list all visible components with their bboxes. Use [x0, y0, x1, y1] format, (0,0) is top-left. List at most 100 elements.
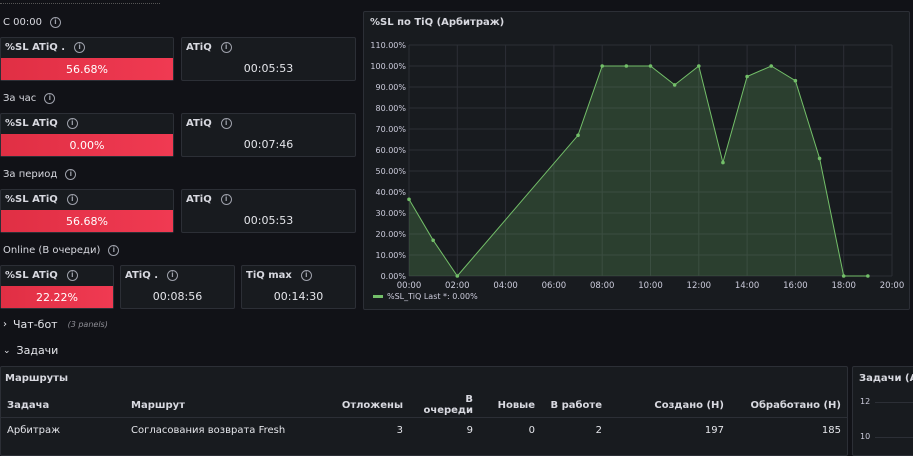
info-icon[interactable]: i [220, 42, 232, 53]
cell-route: Согласования возврата Fresh [131, 424, 286, 436]
info-icon[interactable]: i [44, 93, 56, 104]
section-title-per-period: За период i [3, 169, 77, 180]
row-toggle-chatbot[interactable]: › Чат-бот (3 panels) [3, 318, 108, 331]
y-tick-label: 70.00% [375, 125, 406, 134]
gridline [875, 402, 913, 403]
gridline [875, 437, 913, 438]
y-tick-label: 50.00% [375, 167, 406, 176]
data-point [600, 64, 604, 68]
table-row[interactable]: Арбитраж Согласования возврата Fresh 3 9… [1, 418, 847, 443]
sl-chart-panel: %SL по TiQ (Арбитраж) 0.00% 10.00% 20.00% 3… [363, 11, 910, 310]
panel-title: TiQ max i [246, 270, 312, 281]
x-tick-label: 20:00 [880, 281, 905, 291]
data-point [721, 160, 725, 165]
atiq-value: 00:08:56 [152, 290, 203, 303]
column-header[interactable]: Создано (Н) [608, 393, 730, 418]
sl-value-bar: 56.68% [1, 210, 173, 232]
data-point [769, 64, 774, 68]
top-header-fragment [0, 0, 160, 4]
x-tick-label: 16:00 [783, 281, 808, 291]
section-label: Online (В очереди) [3, 245, 101, 256]
info-icon[interactable]: i [66, 270, 78, 281]
info-icon[interactable]: i [65, 169, 77, 180]
axis-tick: 10 [860, 432, 871, 441]
x-tick-label: 12:00 [687, 281, 712, 291]
x-tick-label: 10:00 [638, 281, 663, 291]
column-header[interactable]: Задача [1, 393, 125, 418]
panel-title: ATiQ i [186, 118, 232, 129]
sl-value-bar: 22.22% [1, 286, 113, 308]
data-point [431, 238, 435, 243]
info-icon[interactable]: i [220, 118, 232, 129]
info-icon[interactable]: i [66, 194, 78, 205]
info-icon[interactable]: i [66, 118, 78, 129]
row-toggle-tasks[interactable]: ⌄ Задачи [3, 344, 58, 357]
info-icon[interactable]: i [300, 270, 312, 281]
atiq-value: 00:07:46 [243, 138, 294, 151]
info-icon[interactable]: i [108, 245, 120, 256]
data-point [697, 64, 701, 68]
panel-title: ATiQ i [186, 194, 232, 205]
info-icon[interactable]: i [49, 17, 61, 28]
y-tick-label: 10.00% [375, 251, 406, 260]
x-tick-label: 18:00 [831, 281, 856, 291]
data-point [672, 83, 677, 87]
column-header[interactable]: Обработано (Н) [730, 393, 847, 418]
y-tick-label: 90.00% [375, 83, 406, 92]
routes-table: Задача Маршрут Отложены В очереди Новые … [1, 393, 847, 442]
y-tick-label: 110.00% [370, 41, 406, 50]
section-label: С 00:00 [3, 17, 42, 28]
data-point [576, 133, 580, 138]
sl-value-bar: 0.00% [1, 134, 173, 156]
column-header[interactable]: Новые [479, 393, 541, 418]
panel-title: ATiQ .i [125, 270, 178, 281]
sl-value-bar: 56.68% [1, 58, 173, 80]
column-header[interactable]: Маршрут [125, 393, 327, 418]
x-tick-label: 08:00 [590, 281, 615, 291]
atiq-value: 00:05:53 [243, 214, 294, 227]
column-header[interactable]: В работе [541, 393, 608, 418]
row-title: Задачи [16, 344, 59, 357]
sl-chart[interactable]: 0.00% 10.00% 20.00% 30.00% 40.00% 50.00% 60.00… [364, 12, 909, 309]
y-tick-label: 30.00% [375, 209, 406, 218]
stat-panel-sl-4: %SL ATiQ i 22.22% [0, 265, 114, 309]
y-tick-label: 20.00% [375, 230, 406, 239]
section-title-per-hour: За час i [3, 93, 56, 104]
stat-panel-tiq-max: TiQ max i 00:14:30 [241, 265, 356, 309]
chevron-down-icon: ⌄ [3, 345, 11, 356]
data-point [793, 78, 798, 83]
y-tick-label: 40.00% [375, 188, 406, 197]
x-tick-label: 00:00 [397, 281, 422, 291]
stat-panel-atiq-1: ATiQ i 00:05:53 [181, 37, 356, 81]
x-tick-label: 14:00 [735, 281, 760, 291]
axis-tick: 12 [860, 397, 871, 406]
panel-title: Задачи (Ар [859, 373, 913, 384]
stat-panel-atiq-2: ATiQ i 00:07:46 [181, 113, 356, 157]
data-point [648, 64, 653, 68]
panel-title: ATiQ i [186, 42, 232, 53]
info-icon[interactable]: i [167, 270, 178, 281]
x-tick-label: 06:00 [542, 281, 567, 291]
data-point [817, 156, 822, 161]
panel-title: %SL ATiQ .i [5, 42, 86, 53]
section-label: За час [3, 93, 37, 104]
info-icon[interactable]: i [74, 42, 86, 53]
y-tick-label: 80.00% [375, 104, 406, 113]
section-title-since-midnight: С 00:00 i [3, 17, 61, 28]
x-tick-label: 04:00 [493, 281, 517, 291]
stat-panel-sl-3: %SL ATiQ i 56.68% [0, 189, 174, 233]
y-tick-label: 100.00% [370, 62, 406, 71]
atiq-value: 00:05:53 [243, 62, 294, 75]
cell-created: 197 [704, 424, 724, 436]
info-icon[interactable]: i [220, 194, 232, 205]
section-title-online: Online (В очереди) i [3, 245, 120, 256]
column-header[interactable]: В очереди [409, 393, 479, 418]
legend-label: %SL_TiQ Last *: 0.00% [387, 292, 478, 301]
row-title: Чат-бот [13, 318, 58, 331]
section-label: За период [3, 169, 58, 180]
legend-swatch [373, 295, 383, 298]
column-header[interactable]: Отложены [327, 393, 409, 418]
data-point [624, 64, 629, 68]
panel-title: %SL ATiQ i [5, 194, 78, 205]
data-point [841, 274, 846, 278]
